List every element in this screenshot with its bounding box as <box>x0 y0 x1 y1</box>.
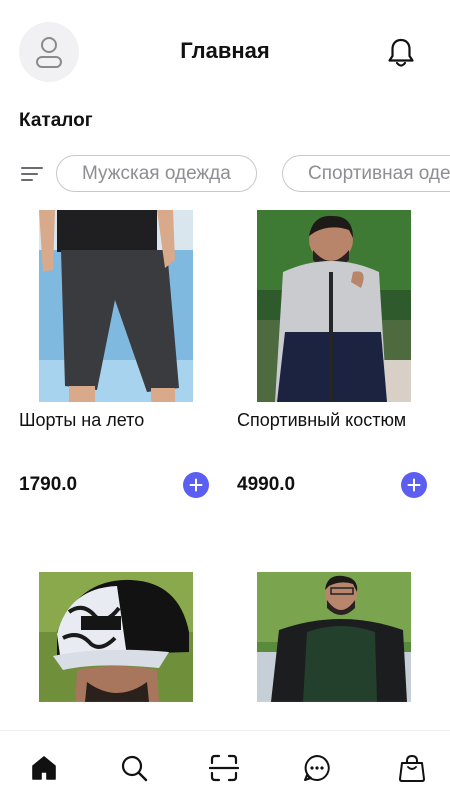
tab-scan[interactable] <box>209 753 239 783</box>
tab-home[interactable] <box>29 753 59 783</box>
chip-sportswear[interactable]: Спортивная одежда <box>282 155 450 192</box>
catalog-title: Каталог <box>19 110 93 131</box>
bell-icon <box>388 38 414 67</box>
scan-icon <box>209 754 239 782</box>
chat-icon <box>304 755 330 781</box>
tab-search[interactable] <box>119 753 149 783</box>
product-image[interactable] <box>257 210 411 402</box>
plus-icon <box>189 478 203 492</box>
product-image[interactable] <box>39 210 193 402</box>
bottom-tab-bar <box>0 730 450 800</box>
tab-chat[interactable] <box>302 753 332 783</box>
home-icon <box>32 756 56 780</box>
category-filter-row: Мужская одежда Спортивная одежда <box>0 150 450 196</box>
chip-mens-clothing[interactable]: Мужская одежда <box>56 155 257 192</box>
product-price: 4990.0 <box>237 474 296 495</box>
notifications-button[interactable] <box>382 34 420 72</box>
search-icon <box>121 755 148 782</box>
product-price: 1790.0 <box>19 474 78 495</box>
filter-lines-icon <box>21 167 43 181</box>
scroll-fade <box>0 700 450 730</box>
add-to-cart-button[interactable] <box>183 472 209 498</box>
product-name: Шорты на лето <box>19 410 145 430</box>
product-name: Спортивный костюм <box>237 410 407 430</box>
filter-button[interactable] <box>20 163 46 185</box>
plus-icon <box>407 478 421 492</box>
add-to-cart-button[interactable] <box>401 472 427 498</box>
tab-cart[interactable] <box>397 753 427 783</box>
bag-icon <box>399 754 425 782</box>
header: Главная <box>0 0 450 100</box>
